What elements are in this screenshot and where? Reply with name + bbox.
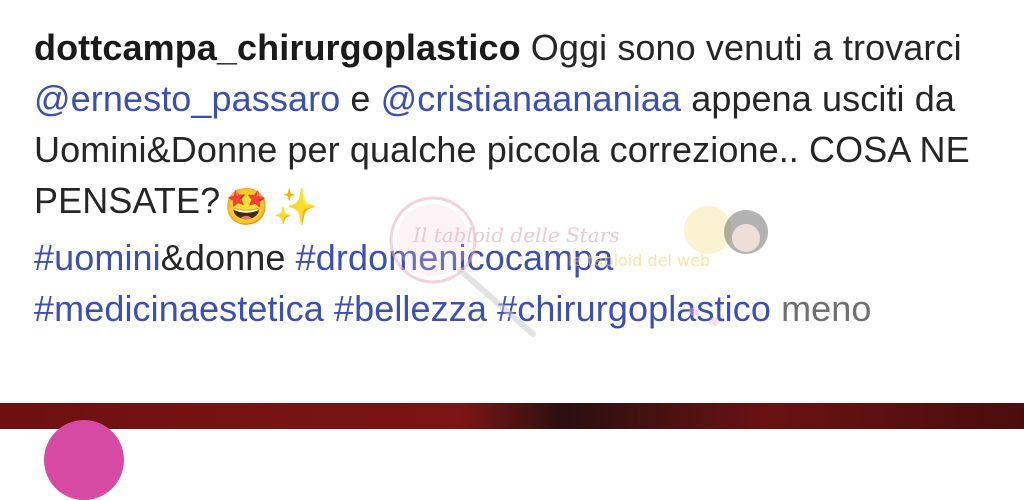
caption-text: Oggi sono venuti a trovarci bbox=[520, 27, 962, 68]
sparkles-emoji-icon: ✨ bbox=[273, 186, 319, 227]
username-link[interactable]: dottcampa_chirurgoplastico bbox=[34, 27, 521, 68]
next-post-header-strip bbox=[0, 403, 1024, 429]
hashtag-chirurgoplastico[interactable]: #chirurgoplastico bbox=[497, 288, 771, 329]
hashtag-uomini[interactable]: #uomini bbox=[34, 237, 161, 278]
mention-link-cristiana[interactable]: @cristianaananiaa bbox=[381, 78, 681, 119]
caption-text: e bbox=[340, 78, 381, 119]
caption-text: &donne bbox=[160, 237, 286, 278]
hashtag-bellezza[interactable]: #bellezza bbox=[334, 288, 487, 329]
hashtag-medicinaestetica[interactable]: #medicinaestetica bbox=[34, 288, 324, 329]
mention-link-ernesto[interactable]: @ernesto_passaro bbox=[34, 78, 340, 119]
avatar[interactable] bbox=[44, 420, 124, 500]
post-caption: dottcampa_chirurgoplastico Oggi sono ven… bbox=[34, 22, 994, 334]
less-button[interactable]: meno bbox=[781, 288, 871, 329]
hashtag-drdomenicocampa[interactable]: #drdomenicocampa bbox=[296, 237, 614, 278]
star-eyes-emoji-icon: 🤩 bbox=[224, 186, 270, 227]
